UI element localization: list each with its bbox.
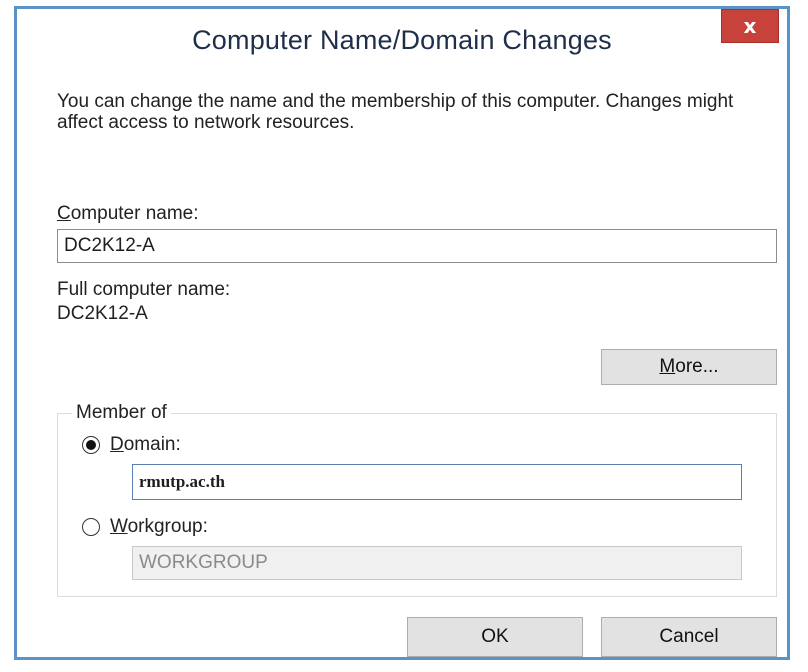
description-text: You can change the name and the membersh… bbox=[57, 91, 734, 133]
cancel-button[interactable]: Cancel bbox=[601, 617, 777, 657]
workgroup-input[interactable]: WORKGROUP bbox=[132, 546, 742, 580]
full-computer-name-value: DC2K12-A bbox=[57, 303, 148, 324]
full-computer-name-label: Full computer name: bbox=[57, 279, 231, 300]
ok-button[interactable]: OK bbox=[407, 617, 583, 657]
domain-radio[interactable] bbox=[82, 436, 100, 454]
dialog-title: Computer Name/Domain Changes bbox=[192, 25, 612, 55]
more-button[interactable]: More... bbox=[601, 349, 777, 385]
computer-name-value: DC2K12-A bbox=[64, 235, 155, 256]
title-bar[interactable]: Computer Name/Domain Changes x bbox=[17, 9, 787, 71]
domain-value: rmutp.ac.th bbox=[139, 472, 225, 491]
computer-name-input[interactable]: DC2K12-A bbox=[57, 229, 777, 263]
workgroup-label[interactable]: Workgroup: bbox=[110, 516, 208, 538]
radio-selected-dot bbox=[86, 440, 96, 450]
computer-name-dialog: Computer Name/Domain Changes x You can c… bbox=[14, 6, 790, 660]
computer-name-label: Computer name: bbox=[57, 203, 199, 224]
workgroup-value: WORKGROUP bbox=[139, 552, 268, 573]
dialog-body: You can change the name and the membersh… bbox=[17, 71, 787, 657]
domain-label[interactable]: Domain: bbox=[110, 434, 181, 456]
member-of-group: Member of Domain: rmutp.ac.th Workgroup:… bbox=[57, 402, 777, 597]
domain-input[interactable]: rmutp.ac.th bbox=[132, 464, 742, 500]
close-icon: x bbox=[743, 14, 757, 38]
ok-button-label: OK bbox=[481, 626, 509, 647]
workgroup-radio[interactable] bbox=[82, 518, 100, 536]
close-button[interactable]: x bbox=[721, 9, 779, 43]
member-of-legend: Member of bbox=[72, 402, 171, 424]
more-button-label: More... bbox=[659, 356, 719, 377]
cancel-button-label: Cancel bbox=[659, 626, 719, 647]
